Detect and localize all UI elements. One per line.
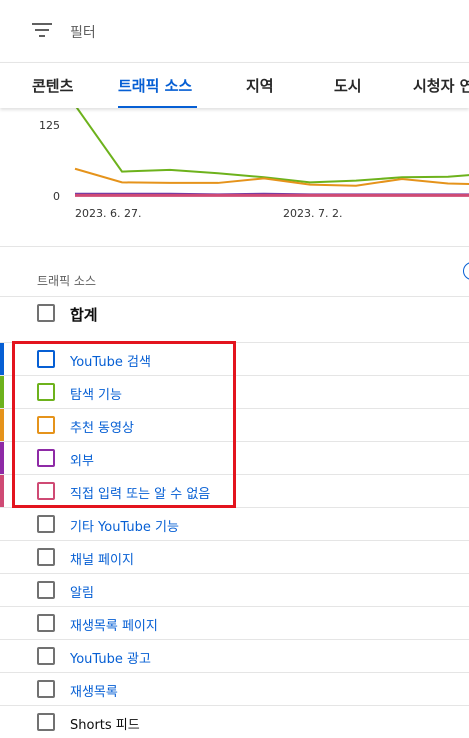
row-checkbox[interactable] — [37, 482, 55, 500]
row-checkbox[interactable] — [37, 581, 55, 599]
row-checkbox[interactable] — [37, 449, 55, 467]
table-row: 직접 입력 또는 알 수 없음 — [0, 474, 469, 507]
y-tick-label: 125 — [39, 119, 60, 132]
series-color-bar — [0, 442, 4, 474]
table-row: 재생목록 페이지 — [0, 606, 469, 639]
table-row: 탐색 기능 — [0, 375, 469, 408]
row-label[interactable]: 탐색 기능 — [70, 384, 122, 403]
tab-viewer-age[interactable]: 시청자 연 — [413, 75, 469, 96]
row-label[interactable]: Shorts 피드 — [70, 714, 140, 733]
traffic-line-chart: 125 0 2023. 6. 27. 2023. 7. 2. — [39, 108, 469, 220]
table-row: 외부 — [0, 441, 469, 474]
row-checkbox[interactable] — [37, 713, 55, 731]
row-checkbox[interactable] — [37, 416, 55, 434]
row-label[interactable]: 기타 YouTube 기능 — [70, 516, 179, 535]
table-row: YouTube 광고 — [0, 639, 469, 672]
table-row-total: 합계 — [0, 296, 469, 329]
row-label[interactable]: 직접 입력 또는 알 수 없음 — [70, 483, 210, 502]
series-color-bar — [0, 343, 4, 375]
tab-traffic-source[interactable]: 트래픽 소스 — [118, 75, 192, 96]
row-label[interactable]: 재생목록 페이지 — [70, 615, 158, 634]
row-label[interactable]: 재생목록 — [70, 681, 118, 700]
tab-bar: 콘텐츠 트래픽 소스 지역 도시 시청자 연 — [0, 62, 469, 108]
row-label[interactable]: 채널 페이지 — [70, 549, 134, 568]
info-icon[interactable] — [463, 262, 469, 280]
x-tick-label: 2023. 7. 2. — [283, 207, 342, 220]
series-color-bar — [0, 376, 4, 408]
row-checkbox[interactable] — [37, 614, 55, 632]
row-checkbox[interactable] — [37, 350, 55, 368]
row-checkbox[interactable] — [37, 647, 55, 665]
table-row: 추천 동영상 — [0, 408, 469, 441]
tab-content[interactable]: 콘텐츠 — [32, 75, 73, 96]
row-label[interactable]: 추천 동영상 — [70, 417, 134, 436]
table-row: 알림 — [0, 573, 469, 606]
table-row: 채널 페이지 — [0, 540, 469, 573]
x-tick-label: 2023. 6. 27. — [75, 207, 141, 220]
filter-bar[interactable]: 필터 — [0, 0, 469, 62]
divider — [0, 246, 469, 247]
row-checkbox[interactable] — [37, 383, 55, 401]
series-line — [75, 108, 469, 184]
table-row: 재생목록 — [0, 672, 469, 705]
table-row: YouTube 검색 — [0, 342, 469, 375]
filter-label[interactable]: 필터 — [70, 22, 96, 42]
row-label[interactable]: YouTube 광고 — [70, 648, 151, 667]
filter-icon[interactable] — [32, 23, 52, 39]
tab-city[interactable]: 도시 — [334, 75, 362, 96]
series-color-bar — [0, 409, 4, 441]
y-tick-label: 0 — [53, 190, 60, 203]
row-checkbox[interactable] — [37, 548, 55, 566]
table-row: Shorts 피드 — [0, 705, 469, 738]
table-title: 트래픽 소스 — [37, 274, 97, 288]
checkbox-total[interactable] — [37, 304, 55, 322]
table-row: 기타 YouTube 기능 — [0, 507, 469, 540]
active-tab-indicator — [118, 106, 197, 108]
row-checkbox[interactable] — [37, 515, 55, 533]
row-checkbox[interactable] — [37, 680, 55, 698]
row-label[interactable]: 알림 — [70, 582, 94, 601]
row-label[interactable]: YouTube 검색 — [70, 351, 151, 370]
tab-geography[interactable]: 지역 — [246, 75, 274, 96]
total-label: 합계 — [70, 306, 98, 324]
row-label[interactable]: 외부 — [70, 450, 94, 469]
series-color-bar — [0, 475, 4, 507]
